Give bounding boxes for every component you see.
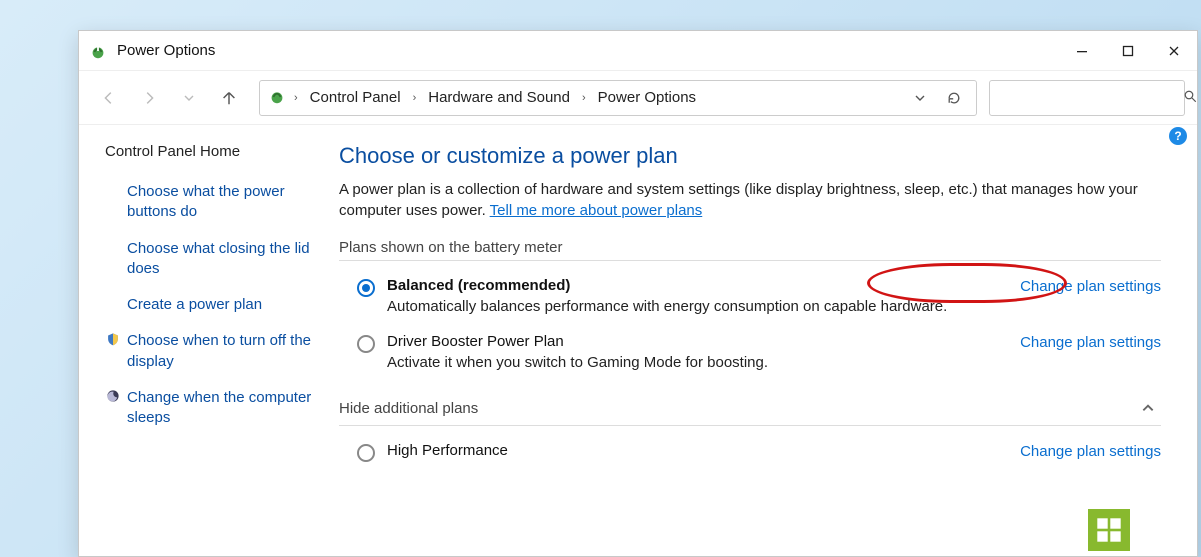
nav-back-button[interactable]: [91, 80, 127, 116]
page-title: Choose or customize a power plan: [339, 143, 1161, 169]
section-battery-meter-header: Plans shown on the battery meter: [339, 239, 1161, 261]
plan-name[interactable]: High Performance: [387, 442, 1020, 459]
search-icon: [1183, 89, 1198, 107]
moon-icon: [105, 388, 121, 404]
section-label: Plans shown on the battery meter: [339, 239, 562, 256]
shield-icon: [105, 331, 121, 347]
section-hide-additional-header[interactable]: Hide additional plans: [339, 395, 1161, 426]
nav-up-button[interactable]: [211, 80, 247, 116]
empty-icon: [105, 295, 121, 311]
plan-radio-high-performance[interactable]: [357, 444, 375, 462]
chevron-up-icon[interactable]: [1135, 395, 1161, 421]
plan-radio-balanced[interactable]: [357, 279, 375, 297]
breadcrumb-hardware-and-sound[interactable]: Hardware and Sound: [424, 87, 574, 108]
plan-row-high-performance: High Performance Change plan settings: [339, 440, 1161, 478]
sidebar-link-power-buttons[interactable]: Choose what the power buttons do: [105, 182, 317, 223]
empty-icon: [105, 239, 121, 255]
plan-name[interactable]: Driver Booster Power Plan: [387, 333, 1020, 350]
sidebar-link-closing-lid[interactable]: Choose what closing the lid does: [105, 239, 317, 280]
nav-recent-dropdown[interactable]: [171, 80, 207, 116]
power-options-app-icon: [89, 42, 107, 60]
plan-row-balanced: Balanced (recommended) Automatically bal…: [339, 275, 1161, 331]
sidebar-link-create-plan[interactable]: Create a power plan: [105, 295, 317, 315]
tell-me-more-link[interactable]: Tell me more about power plans: [490, 202, 703, 219]
sidebar-link-computer-sleeps[interactable]: Change when the computer sleeps: [105, 388, 317, 429]
sidebar-link-label: Change when the computer sleeps: [127, 388, 317, 429]
breadcrumb-control-panel[interactable]: Control Panel: [306, 87, 405, 108]
windows-logo-icon: [1088, 509, 1130, 551]
watermark-subtitle: 系统之家: [1136, 534, 1195, 548]
nav-forward-button[interactable]: [131, 80, 167, 116]
blurb-text: A power plan is a collection of hardware…: [339, 181, 1138, 219]
sidebar: Control Panel Home Choose what the power…: [79, 125, 331, 556]
control-panel-home-link[interactable]: Control Panel Home: [105, 143, 317, 160]
toolbar: › Control Panel › Hardware and Sound › P…: [79, 71, 1197, 125]
address-history-dropdown[interactable]: [906, 84, 934, 112]
power-options-addr-icon: [268, 87, 286, 108]
help-button[interactable]: ?: [1169, 127, 1187, 145]
watermark: Win10 系统之家: [1088, 509, 1195, 551]
minimize-button[interactable]: [1059, 31, 1105, 71]
address-bar[interactable]: › Control Panel › Hardware and Sound › P…: [259, 80, 977, 116]
sidebar-link-label: Choose what the power buttons do: [127, 182, 317, 223]
search-box[interactable]: [989, 80, 1185, 116]
chevron-right-icon: ›: [292, 92, 300, 104]
chevron-right-icon: ›: [411, 92, 419, 104]
breadcrumb-power-options[interactable]: Power Options: [594, 87, 700, 108]
maximize-button[interactable]: [1105, 31, 1151, 71]
plan-description: Activate it when you switch to Gaming Mo…: [387, 354, 1020, 371]
sidebar-link-turn-off-display[interactable]: Choose when to turn off the display: [105, 331, 317, 372]
plan-radio-driver-booster[interactable]: [357, 335, 375, 353]
sidebar-link-label: Choose what closing the lid does: [127, 239, 317, 280]
page-description: A power plan is a collection of hardware…: [339, 179, 1161, 221]
titlebar: Power Options: [79, 31, 1197, 71]
watermark-house-icon: [991, 489, 1071, 553]
sidebar-link-label: Choose when to turn off the display: [127, 331, 317, 372]
window-title: Power Options: [117, 42, 1059, 59]
empty-icon: [105, 182, 121, 198]
plan-description: Automatically balances performance with …: [387, 298, 1020, 315]
change-plan-settings-link[interactable]: Change plan settings: [1020, 277, 1161, 295]
section-label: Hide additional plans: [339, 400, 478, 417]
window-frame: Power Options: [78, 30, 1198, 557]
refresh-button[interactable]: [940, 84, 968, 112]
change-plan-settings-link[interactable]: Change plan settings: [1020, 442, 1161, 460]
change-plan-settings-link[interactable]: Change plan settings: [1020, 333, 1161, 351]
sidebar-link-label: Create a power plan: [127, 295, 317, 315]
watermark-title: Win10: [1136, 513, 1195, 534]
close-button[interactable]: [1151, 31, 1197, 71]
plan-name[interactable]: Balanced (recommended): [387, 277, 1020, 294]
chevron-right-icon: ›: [580, 92, 588, 104]
plan-row-driver-booster: Driver Booster Power Plan Activate it wh…: [339, 331, 1161, 387]
search-input[interactable]: [998, 89, 1183, 107]
